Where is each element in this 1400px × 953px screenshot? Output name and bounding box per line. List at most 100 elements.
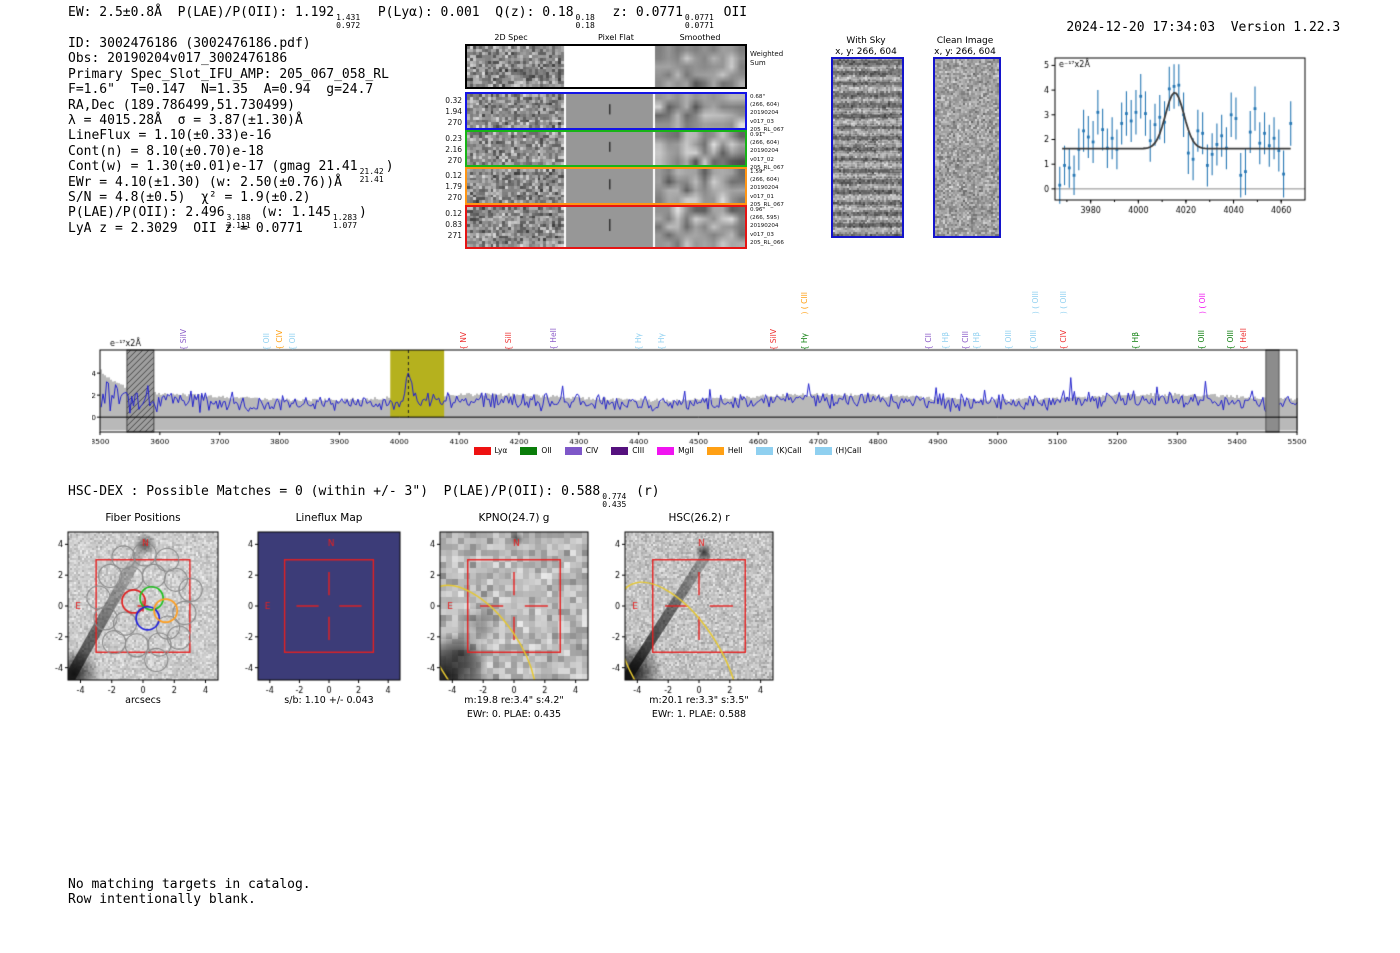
- panel-caption-lineflux-0: s/b: 1.10 +/- 0.043: [284, 695, 374, 706]
- info-line-8-text: Cont(n) = 8.10(±0.70)e-18: [68, 143, 264, 159]
- spectral-line-label-NV: { NV: [459, 332, 469, 350]
- weighted-sum-label: Weighted Sum: [750, 50, 784, 67]
- cutout-row-images-1: [467, 94, 745, 128]
- hsc-dex-text: HSC-DEX : Possible Matches = 0 (within +…: [68, 484, 601, 499]
- spectral-line-label-OIII: { OIII: [1004, 330, 1014, 350]
- cutout-row-images-4: [467, 207, 745, 247]
- column-header-pixel-flat: Pixel Flat: [598, 33, 634, 42]
- info-line-6: λ = 4015.28Å σ = 3.87(±1.30)Å: [68, 113, 394, 128]
- spectral-line-label-OII: ) ( OII: [1198, 293, 1208, 314]
- hsc-dex-match-line: HSC-DEX : Possible Matches = 0 (within +…: [68, 484, 660, 508]
- info-line-12: P(LAE)/P(OII): 2.496 3.188 2.111 (w: 1.145…: [68, 205, 394, 229]
- header-spacer: [1215, 20, 1231, 35]
- cutout-right-label: (266, 604): [750, 177, 780, 184]
- hsc-dex-text: (r): [628, 484, 660, 499]
- hsc-dex-fraction: 0.774 0.435: [602, 493, 626, 508]
- hsc-r-panel: [599, 524, 779, 700]
- info-line-12-text: P(LAE)/P(OII): 2.496: [68, 205, 225, 221]
- header-stat-fraction: 0.0771 0.0771: [685, 14, 714, 29]
- legend-item-MgII: MgII: [657, 446, 694, 455]
- cutout-right-label: 20190204: [750, 223, 779, 230]
- footer-line-2: Row intentionally blank.: [68, 892, 256, 907]
- spectral-line-label-Hβ: { Hβ: [941, 332, 951, 350]
- cutout-row-images-2: [467, 132, 745, 165]
- legend-swatch: [611, 446, 629, 455]
- legend-swatch: [473, 446, 491, 455]
- panel-title-lineflux-map: Lineflux Map: [295, 512, 363, 524]
- spectral-line-label-SiII: { SiII: [503, 331, 513, 350]
- spectral-line-label-OIII: { OIII: [1197, 330, 1207, 350]
- cutout-right-label: v017_03: [750, 231, 774, 238]
- full-spectrum-plot: Lyα OII CIV CIII MgII HeII (K)CaII (H)CaII { Si…: [92, 262, 1307, 467]
- info-line-2: Obs: 20190204v017_3002476186: [68, 51, 394, 66]
- cutout-row-1: [465, 92, 747, 130]
- spectral-line-label-Hγ: { Hγ: [634, 332, 644, 350]
- header-stats-line: EW: 2.5±0.8Å P(LAE)/P(OII): 1.192 1.431 0.…: [68, 5, 747, 29]
- cutout-right-label: (266, 604): [750, 140, 780, 147]
- legend-item-Lyα: Lyα: [473, 446, 508, 455]
- report-datetime: 2024-12-20 17:34:03: [1066, 20, 1216, 35]
- cutout-left-value: 1.79: [445, 182, 462, 191]
- header-stat-fraction: 0.18 0.18: [576, 14, 595, 29]
- spectral-line-label-Hβ: { Hβ: [1131, 332, 1141, 350]
- spectral-line-label-OIII: ) ( OIII: [1058, 290, 1068, 314]
- info-line-5-text: RA,Dec (189.786499,51.730499): [68, 97, 295, 113]
- report-version: Version 1.22.3: [1230, 20, 1341, 35]
- spectral-line-label-OII: { OII: [287, 332, 297, 350]
- info-line-9: Cont(w) = 1.30(±0.01)e-17 (gmag 21.41 21.…: [68, 159, 394, 183]
- cutout-right-label: 20190204: [750, 185, 779, 192]
- spectral-line-label-OIII: { OIII: [1028, 330, 1038, 350]
- cutout-left-value: 0.23: [445, 134, 462, 143]
- info-line-3: Primary Spec_Slot_IFU_AMP: 205_067_058_R…: [68, 67, 394, 82]
- cutout-right-label: 20190204: [750, 148, 779, 155]
- header-stat-sub: 0.0771: [684, 20, 714, 30]
- cutout-row-right-labels-1: 0.68" (266, 604) 20190204 v017_03 205_RL_067: [750, 93, 796, 134]
- cutout-left-value: 2.16: [445, 145, 462, 154]
- info-line-7: LineFlux = 1.10(±0.33)e-16: [68, 128, 394, 143]
- cutout-right-label: v017_02: [750, 156, 774, 163]
- legend-label: MgII: [678, 446, 694, 455]
- header-stat-sub: 0.18: [575, 20, 595, 30]
- legend-label: CIV: [585, 446, 599, 455]
- cutout-row-left-values-2: 0.23 2.16 270: [438, 133, 462, 166]
- info-line-12-text: ): [359, 205, 367, 221]
- cutout-left-value: 0.83: [445, 220, 462, 229]
- spectral-line-label-Hγ: { Hγ: [799, 332, 809, 350]
- legend-item-OII: OII: [520, 446, 552, 455]
- spectral-line-label-SiIV: { SiIV: [769, 328, 779, 350]
- header-stat-text: z: 0.0771: [596, 5, 683, 20]
- info-line-9-sub: 21.41: [359, 174, 384, 184]
- lineflux-map-panel: [232, 524, 406, 700]
- with-sky-cutout-image: [831, 57, 904, 238]
- with-sky-header: With Sky x, y: 266, 604: [816, 36, 916, 58]
- cutout-left-value: 270: [447, 118, 462, 127]
- cutout-row-2: [465, 130, 747, 167]
- spectral-line-label-OII: { OII: [262, 332, 272, 350]
- header-stat-sub: 0.972: [336, 20, 361, 30]
- info-line-10-text: EWr = 4.10(±1.30) (w: 2.50(±0.76))Å: [68, 174, 342, 190]
- spectral-line-label-OIII: ) ( OIII: [1030, 290, 1040, 314]
- elixer-detection-report: EW: 2.5±0.8Å P(LAE)/P(OII): 1.192 1.431 0.…: [0, 0, 1400, 953]
- hsc-dex-sub: 0.435: [602, 499, 627, 509]
- spectral-line-label-Hβ: { Hβ: [971, 332, 981, 350]
- legend-label: Lyα: [494, 446, 508, 455]
- info-line-9-fraction: 21.42 21.41: [360, 168, 384, 183]
- info-line-11-text: S/N = 4.8(±0.5) χ² = 1.9(±0.2): [68, 189, 311, 205]
- legend-label: CIII: [632, 446, 645, 455]
- info-line-11: S/N = 4.8(±0.5) χ² = 1.9(±0.2): [68, 190, 394, 205]
- cutout-left-value: 0.12: [445, 209, 462, 218]
- fiber-positions-panel: [42, 524, 224, 700]
- legend-swatch: [564, 446, 582, 455]
- spectral-line-label-CII: { CII: [924, 333, 934, 350]
- header-stat-text: EW: 2.5±0.8Å P(LAE)/P(OII): 1.192: [68, 5, 335, 20]
- panel-caption-hsc-1: EWr: 1. PLAE: 0.588: [651, 709, 747, 720]
- cutout-right-label: 0.91": [750, 132, 766, 138]
- legend-swatch: [520, 446, 538, 455]
- column-header-smoothed: Smoothed: [679, 33, 721, 42]
- footer-line-1: No matching targets in catalog.: [68, 877, 311, 892]
- panel-caption-fiber-0: arcsecs: [125, 695, 161, 706]
- panel-title-hsc: HSC(26.2) r: [668, 512, 730, 524]
- spectrum-canvas: [92, 262, 1307, 467]
- legend-swatch: [755, 446, 773, 455]
- cutout-left-value: 0.32: [445, 96, 462, 105]
